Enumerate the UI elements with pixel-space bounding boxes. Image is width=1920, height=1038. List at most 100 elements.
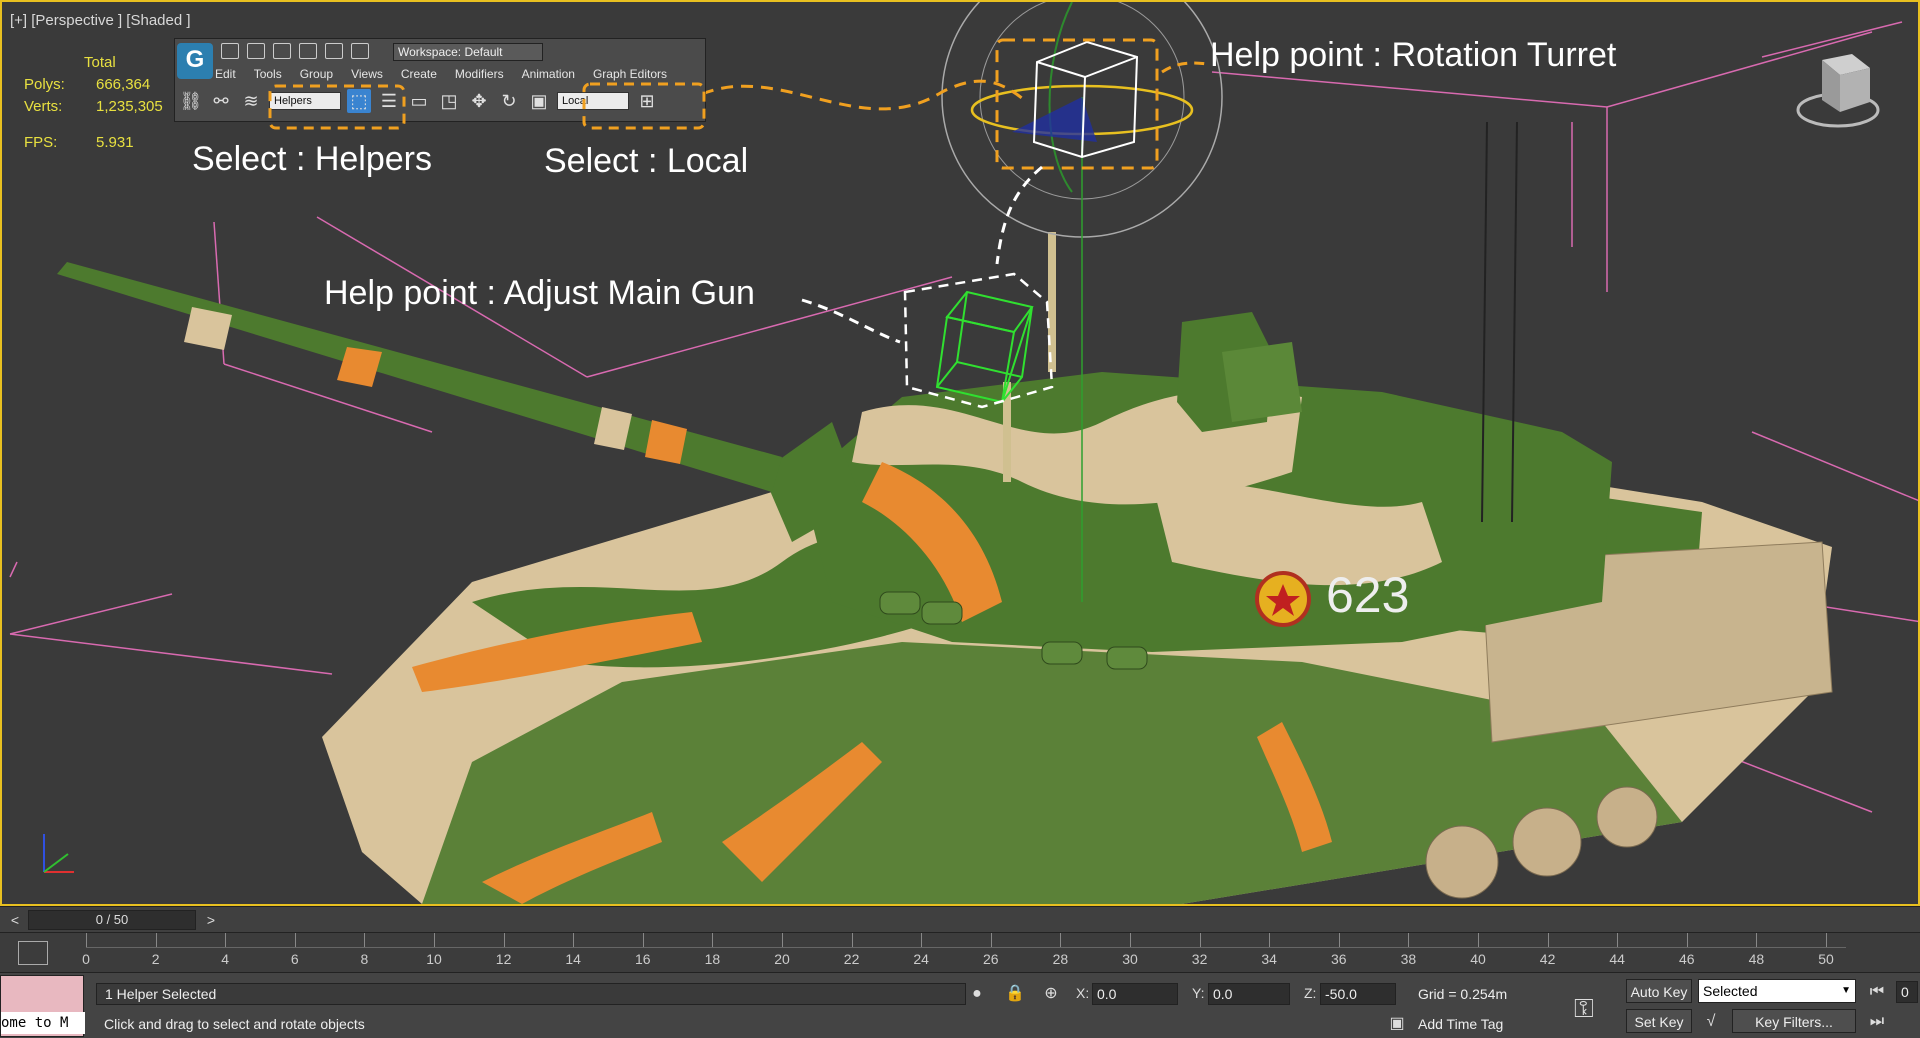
track-tick-label: 16	[635, 951, 651, 967]
x-coordinate-field[interactable]: 0.0	[1092, 983, 1178, 1005]
track-tick-label: 12	[495, 951, 512, 967]
track-tick-mark	[434, 933, 435, 947]
scene-statistics: Total Polys: 666,364 Verts: 1,235,305 FP…	[24, 52, 163, 154]
track-tick-mark	[1478, 933, 1479, 947]
track-tick-label: 26	[983, 951, 999, 967]
polys-value: 666,364	[96, 76, 151, 93]
annotation-select-helpers: Select : Helpers	[192, 140, 432, 178]
key-tangent-icon[interactable]: √	[1700, 1011, 1722, 1033]
select-object-icon[interactable]: ⬚	[347, 89, 371, 113]
rectangular-selection-icon[interactable]: ▭	[407, 89, 431, 113]
track-tick-label: 0	[82, 951, 90, 967]
z-label: Z:	[1304, 985, 1317, 1001]
tank-model[interactable]: 623	[57, 121, 1833, 904]
open-file-icon[interactable]	[247, 43, 265, 59]
link-icon[interactable]: ⛓	[179, 89, 203, 113]
track-tick-label: 10	[426, 951, 442, 967]
y-coordinate-field[interactable]: 0.0	[1208, 983, 1290, 1005]
track-tick-mark	[1408, 933, 1410, 947]
quick-access-toolbar	[221, 43, 369, 59]
app-logo-icon[interactable]: G	[177, 43, 213, 79]
fps-value: 5.931	[96, 134, 134, 151]
bind-space-warp-icon[interactable]: ≋	[239, 89, 263, 113]
unlink-icon[interactable]: ⚯	[209, 89, 233, 113]
select-by-name-icon[interactable]: ☰	[377, 89, 401, 113]
track-tick-mark	[1826, 933, 1827, 947]
track-bar[interactable]: 0 2 4 6 8 10 12 14 16 18 20 22 24 26 28 30 32 34 36 38 40 42 4…	[0, 932, 1920, 972]
connector-local	[701, 79, 1028, 111]
track-tick-mark	[642, 933, 644, 947]
time-prev-button[interactable]: <	[6, 910, 24, 930]
track-tick-label: 20	[774, 951, 790, 967]
project-folder-icon[interactable]	[351, 43, 369, 59]
time-next-button[interactable]: >	[202, 910, 220, 930]
3ds-max-window: 623 [+] [Perspective] [Shaded] Total P…	[0, 0, 1920, 1038]
track-tick-mark	[1060, 933, 1062, 947]
menu-group[interactable]: Group	[300, 67, 333, 81]
track-tick-label: 2	[151, 951, 160, 967]
time-slider-bar: < 0 / 50 >	[0, 906, 1920, 932]
annotation-select-local: Select : Local	[544, 142, 749, 180]
menu-graph-editors[interactable]: Graph Editors	[593, 67, 667, 81]
track-tick-label: 28	[1052, 951, 1069, 967]
track-tick-label: 22	[843, 951, 860, 967]
new-file-icon[interactable]	[221, 43, 239, 59]
save-file-icon[interactable]	[273, 43, 291, 59]
time-slider[interactable]: 0 / 50	[28, 910, 196, 930]
select-rotate-icon[interactable]: ↻	[497, 89, 521, 113]
key-filters-button[interactable]: Key Filters...	[1732, 1009, 1856, 1033]
axis-tripod	[43, 834, 74, 873]
set-key-button[interactable]: Set Key	[1626, 1009, 1692, 1033]
redo-icon[interactable]	[325, 43, 343, 59]
viewport-label[interactable]: [+] [Perspective ] [Shaded ]	[10, 12, 191, 29]
x-label: X:	[1076, 985, 1090, 1001]
selection-status: 1 Helper Selected	[96, 983, 966, 1005]
select-scale-icon[interactable]: ▣	[527, 89, 551, 113]
view-cube[interactable]	[1796, 54, 1880, 128]
select-move-icon[interactable]: ✥	[467, 89, 491, 113]
auto-key-button[interactable]: Auto Key	[1626, 979, 1692, 1003]
reference-coordinate-dropdown[interactable]: Local	[557, 92, 629, 110]
window-crossing-icon[interactable]: ◳	[437, 89, 461, 113]
stats-header: Total	[84, 54, 116, 71]
tank-number-decal: 623	[1326, 567, 1409, 623]
menu-views[interactable]: Views	[351, 67, 383, 81]
maxscript-listener[interactable]: ome to M	[0, 975, 85, 1037]
track-ticks: 0 2 4 6 8 10 12 14 16 18 20 22 24 26 28 30 32 34 36 38 40 42 4…	[82, 933, 1846, 973]
go-to-start-icon[interactable]: ⏮	[1866, 981, 1888, 1003]
viewport-scene: 623	[9, 2, 1918, 904]
z-coordinate-field[interactable]: -50.0	[1320, 983, 1396, 1005]
track-tick-mark	[1199, 933, 1201, 947]
undo-icon[interactable]	[299, 43, 317, 59]
connector-gun	[801, 298, 901, 344]
menu-edit[interactable]: Edit	[215, 67, 236, 81]
track-tick-label: 44	[1609, 951, 1625, 967]
time-tag-icon[interactable]: ▣	[1386, 1013, 1408, 1035]
absolute-mode-icon[interactable]: ⊕	[1040, 983, 1062, 1005]
selection-filter-dropdown[interactable]: Helpers	[269, 92, 341, 110]
track-tick-label: 38	[1400, 951, 1417, 967]
track-tick-label: 46	[1679, 951, 1695, 967]
mini-curve-editor-icon[interactable]	[18, 941, 48, 965]
add-time-tag-button[interactable]: Add Time Tag	[1418, 1013, 1503, 1035]
track-tick-label: 48	[1748, 951, 1765, 967]
menu-tools[interactable]: Tools	[254, 67, 282, 81]
menu-animation[interactable]: Animation	[522, 67, 575, 81]
track-tick-mark	[1130, 933, 1131, 947]
track-tick-label: 24	[913, 951, 929, 967]
polys-label: Polys:	[24, 76, 65, 93]
current-frame-field[interactable]: 0	[1896, 981, 1918, 1003]
key-mode-dropdown[interactable]: Selected	[1698, 979, 1856, 1003]
menu-modifiers[interactable]: Modifiers	[455, 67, 504, 81]
set-keys-icon[interactable]: ⚿	[1574, 993, 1594, 1025]
perspective-viewport[interactable]: 623 [+] [Perspective] [Shaded] Total P…	[0, 0, 1920, 906]
pivot-center-icon[interactable]: ⊞	[635, 89, 659, 113]
track-tick-mark	[86, 933, 87, 947]
menu-create[interactable]: Create	[401, 67, 437, 81]
track-tick-mark	[364, 933, 366, 947]
go-to-end-icon[interactable]: ⏭	[1866, 1011, 1888, 1033]
isolate-selection-icon[interactable]: ●	[966, 983, 988, 1005]
selection-lock-icon[interactable]: 🔒	[1004, 983, 1026, 1005]
maxscript-line[interactable]: ome to M	[1, 1012, 85, 1034]
workspace-selector[interactable]: Workspace: Default	[393, 43, 543, 61]
